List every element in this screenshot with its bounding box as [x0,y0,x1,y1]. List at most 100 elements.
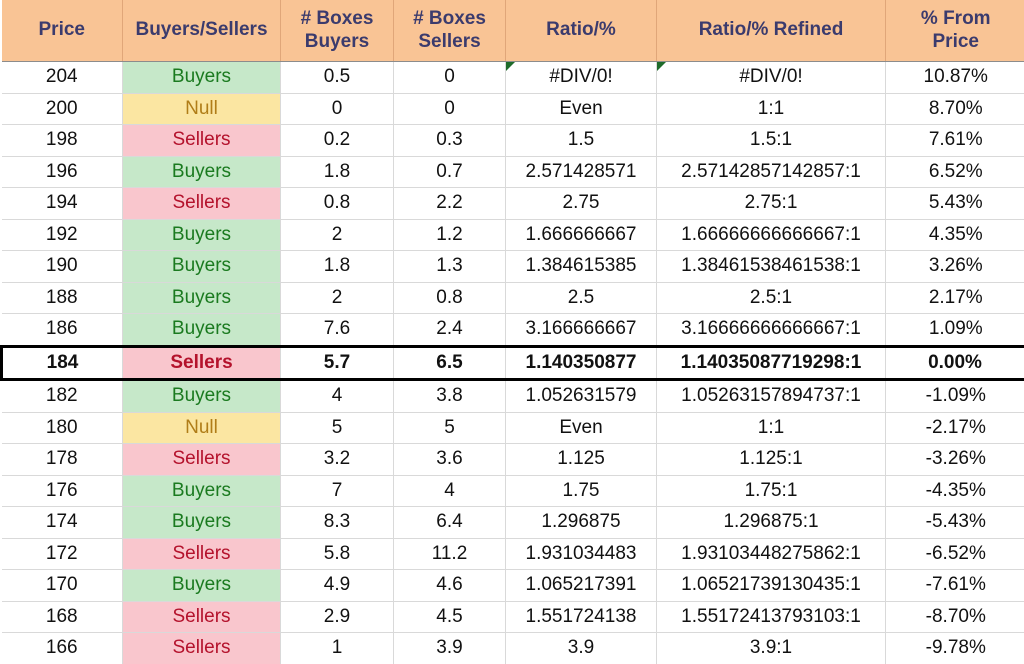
cell-ratio[interactable]: 2.75 [506,188,657,220]
cell-price[interactable]: 172 [2,538,123,570]
cell-ratio_refined[interactable]: 3.16666666666667:1 [657,314,886,347]
cell-boxes_sellers[interactable]: 1.3 [394,251,506,283]
cell-sentiment[interactable]: Sellers [123,633,281,664]
cell-ratio_refined[interactable]: 1.05263157894737:1 [657,380,886,413]
cell-price[interactable]: 192 [2,219,123,251]
cell-sentiment[interactable]: Null [123,412,281,444]
table-row[interactable]: 186Buyers7.62.43.1666666673.166666666666… [2,314,1024,347]
cell-pct_from[interactable]: -6.52% [886,538,1024,570]
table-row[interactable]: 192Buyers21.21.6666666671.66666666666667… [2,219,1024,251]
cell-price[interactable]: 196 [2,156,123,188]
cell-sentiment[interactable]: Buyers [123,507,281,539]
cell-ratio_refined[interactable]: 1.296875:1 [657,507,886,539]
cell-ratio_refined[interactable]: 1.14035087719298:1 [657,346,886,380]
cell-pct_from[interactable]: 4.35% [886,219,1024,251]
cell-pct_from[interactable]: -4.35% [886,475,1024,507]
cell-price[interactable]: 194 [2,188,123,220]
cell-boxes_buyers[interactable]: 0.5 [281,62,394,94]
cell-boxes_buyers[interactable]: 1.8 [281,156,394,188]
cell-boxes_sellers[interactable]: 4.5 [394,601,506,633]
cell-boxes_sellers[interactable]: 1.2 [394,219,506,251]
cell-boxes_sellers[interactable]: 2.2 [394,188,506,220]
cell-boxes_sellers[interactable]: 0.7 [394,156,506,188]
cell-ratio[interactable]: 2.5 [506,282,657,314]
table-row[interactable]: 188Buyers20.82.52.5:12.17% [2,282,1024,314]
cell-ratio[interactable]: 1.5 [506,125,657,157]
cell-boxes_sellers[interactable]: 3.8 [394,380,506,413]
cell-price[interactable]: 204 [2,62,123,94]
cell-price[interactable]: 166 [2,633,123,664]
table-row[interactable]: 172Sellers5.811.21.9310344831.9310344827… [2,538,1024,570]
cell-pct_from[interactable]: -1.09% [886,380,1024,413]
cell-price[interactable]: 188 [2,282,123,314]
cell-ratio[interactable]: 1.384615385 [506,251,657,283]
cell-boxes_buyers[interactable]: 1 [281,633,394,664]
cell-sentiment[interactable]: Sellers [123,444,281,476]
cell-ratio_refined[interactable]: 1.66666666666667:1 [657,219,886,251]
cell-pct_from[interactable]: -2.17% [886,412,1024,444]
column-header-ratio[interactable]: Ratio/% [506,0,657,62]
cell-ratio[interactable]: 1.551724138 [506,601,657,633]
cell-sentiment[interactable]: Buyers [123,219,281,251]
cell-ratio_refined[interactable]: 2.57142857142857:1 [657,156,886,188]
cell-boxes_buyers[interactable]: 7.6 [281,314,394,347]
cell-price[interactable]: 198 [2,125,123,157]
cell-ratio_refined[interactable]: 1.75:1 [657,475,886,507]
cell-price[interactable]: 182 [2,380,123,413]
table-row[interactable]: 166Sellers13.93.93.9:1-9.78% [2,633,1024,664]
cell-boxes_sellers[interactable]: 6.4 [394,507,506,539]
cell-boxes_buyers[interactable]: 5.8 [281,538,394,570]
cell-pct_from[interactable]: 10.87% [886,62,1024,94]
cell-boxes_buyers[interactable]: 0.2 [281,125,394,157]
table-row[interactable]: 176Buyers741.751.75:1-4.35% [2,475,1024,507]
cell-sentiment[interactable]: Buyers [123,62,281,94]
cell-ratio[interactable]: 1.296875 [506,507,657,539]
cell-ratio_refined[interactable]: 1.06521739130435:1 [657,570,886,602]
cell-boxes_buyers[interactable]: 0.8 [281,188,394,220]
table-row[interactable]: 170Buyers4.94.61.0652173911.065217391304… [2,570,1024,602]
cell-boxes_sellers[interactable]: 5 [394,412,506,444]
cell-sentiment[interactable]: Null [123,93,281,125]
cell-price[interactable]: 190 [2,251,123,283]
cell-boxes_buyers[interactable]: 5.7 [281,346,394,380]
cell-ratio_refined[interactable]: 1.55172413793103:1 [657,601,886,633]
cell-sentiment[interactable]: Buyers [123,380,281,413]
cell-pct_from[interactable]: -7.61% [886,570,1024,602]
cell-pct_from[interactable]: 0.00% [886,346,1024,380]
cell-price[interactable]: 174 [2,507,123,539]
cell-boxes_buyers[interactable]: 1.8 [281,251,394,283]
cell-price[interactable]: 170 [2,570,123,602]
cell-ratio[interactable]: Even [506,93,657,125]
cell-price[interactable]: 200 [2,93,123,125]
cell-ratio_refined[interactable]: 1:1 [657,412,886,444]
cell-boxes_buyers[interactable]: 2 [281,219,394,251]
cell-ratio_refined[interactable]: #DIV/0! [657,62,886,94]
cell-boxes_sellers[interactable]: 0 [394,62,506,94]
column-header-pct_from[interactable]: % FromPrice [886,0,1024,62]
table-row[interactable]: 190Buyers1.81.31.3846153851.384615384615… [2,251,1024,283]
cell-boxes_sellers[interactable]: 6.5 [394,346,506,380]
cell-pct_from[interactable]: -9.78% [886,633,1024,664]
cell-price[interactable]: 168 [2,601,123,633]
cell-pct_from[interactable]: -3.26% [886,444,1024,476]
cell-ratio_refined[interactable]: 1.38461538461538:1 [657,251,886,283]
cell-ratio_refined[interactable]: 1.93103448275862:1 [657,538,886,570]
cell-price[interactable]: 178 [2,444,123,476]
cell-ratio[interactable]: 1.666666667 [506,219,657,251]
cell-pct_from[interactable]: 8.70% [886,93,1024,125]
cell-ratio_refined[interactable]: 2.5:1 [657,282,886,314]
cell-boxes_sellers[interactable]: 3.6 [394,444,506,476]
cell-sentiment[interactable]: Buyers [123,282,281,314]
cell-boxes_buyers[interactable]: 5 [281,412,394,444]
cell-sentiment[interactable]: Sellers [123,346,281,380]
cell-boxes_buyers[interactable]: 4.9 [281,570,394,602]
cell-ratio_refined[interactable]: 3.9:1 [657,633,886,664]
cell-ratio_refined[interactable]: 1.125:1 [657,444,886,476]
cell-price[interactable]: 184 [2,346,123,380]
cell-boxes_sellers[interactable]: 0.3 [394,125,506,157]
cell-boxes_buyers[interactable]: 2 [281,282,394,314]
table-row[interactable]: 200Null00Even1:18.70% [2,93,1024,125]
column-header-boxes_buyers[interactable]: # BoxesBuyers [281,0,394,62]
cell-pct_from[interactable]: 5.43% [886,188,1024,220]
cell-sentiment[interactable]: Buyers [123,475,281,507]
